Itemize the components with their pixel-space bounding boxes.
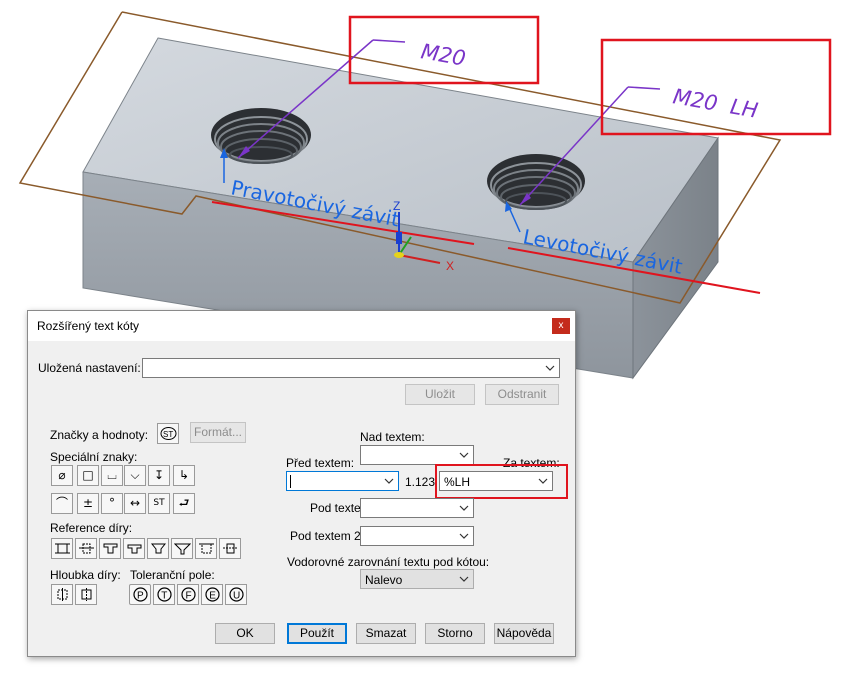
hole-ref-icon	[127, 544, 142, 554]
hole-ref-button-6[interactable]	[171, 538, 193, 559]
hole-depth-label: Hloubka díry:	[50, 568, 121, 582]
help-button[interactable]: Nápověda	[494, 623, 554, 644]
ok-button[interactable]: OK	[215, 623, 275, 644]
hole-ref-button-3[interactable]	[99, 538, 121, 559]
svg-text:T: T	[161, 591, 167, 602]
tolerance-e-button[interactable]: E	[201, 584, 223, 605]
hole-ref-icon	[223, 543, 238, 554]
hole-ref-icon	[150, 543, 167, 554]
countersink-symbol-button[interactable]: ⌵	[124, 465, 146, 486]
st-symbol-icon: ST	[160, 427, 177, 440]
clear-button[interactable]: Smazat	[356, 623, 416, 644]
circle-f-icon: F	[181, 587, 196, 602]
hole-ref-button-1[interactable]	[51, 538, 73, 559]
degree-symbol-button[interactable]: °	[101, 493, 123, 514]
origin-symbol-button[interactable]: ↳	[173, 465, 195, 486]
counterbore-symbol-button[interactable]: ⌴	[101, 465, 123, 486]
svg-text:E: E	[209, 591, 216, 602]
symbol-picker-button[interactable]: ST	[157, 423, 179, 444]
before-text-label: Před textem:	[286, 456, 355, 470]
below-text2-label: Pod textem 2:	[290, 529, 365, 543]
tolerance-t-button[interactable]: T	[153, 584, 175, 605]
chevron-down-icon	[459, 533, 469, 539]
svg-text:P: P	[137, 591, 144, 602]
saved-settings-label: Uložená nastavení:	[38, 361, 141, 375]
below-text2-dropdown[interactable]	[360, 526, 474, 546]
hole-ref-button-2[interactable]	[75, 538, 97, 559]
save-settings-button[interactable]: Uložit	[405, 384, 475, 405]
close-button[interactable]: x	[552, 318, 570, 334]
tolerance-field-label: Toleranční pole:	[130, 568, 215, 582]
svg-text:F: F	[186, 591, 192, 602]
horizontal-align-label: Vodorovné zarovnání textu pod kótou:	[287, 555, 490, 569]
axis-z-label: Z	[393, 199, 400, 213]
hole-ref-button-5[interactable]	[147, 538, 169, 559]
hole-ref-button-4[interactable]	[123, 538, 145, 559]
dialog-title: Rozšířený text kóty	[37, 319, 140, 333]
arc-symbol-button[interactable]: ⌒	[51, 493, 73, 514]
svg-text:U: U	[233, 591, 240, 602]
above-text-label: Nad textem:	[360, 430, 425, 444]
chevron-down-icon	[459, 452, 469, 458]
before-text-dropdown[interactable]	[286, 471, 399, 491]
saved-settings-dropdown[interactable]	[142, 358, 560, 378]
axis-x-label: X	[446, 259, 454, 273]
hole-reference-label: Reference díry:	[50, 521, 133, 535]
depth-symbol-button[interactable]: ↧	[148, 465, 170, 486]
chevron-down-icon	[545, 365, 555, 371]
hole-depth-button-2[interactable]	[75, 584, 97, 605]
below-text-dropdown[interactable]	[360, 498, 474, 518]
threaded-hole-left-hand	[487, 154, 585, 210]
thread-label-m20: M20	[419, 39, 467, 70]
circle-u-icon: U	[229, 587, 244, 602]
symbols-values-label: Značky a hodnoty:	[50, 428, 149, 442]
hole-ref-button-7[interactable]	[195, 538, 217, 559]
thread-label-m20-lh: M20 LH	[671, 84, 760, 123]
circle-p-icon: P	[133, 587, 148, 602]
plus-minus-symbol-button[interactable]: ±	[77, 493, 99, 514]
tolerance-f-button[interactable]: F	[177, 584, 199, 605]
hole-ref-icon	[55, 543, 70, 554]
hole-ref-icon	[103, 543, 118, 554]
chevron-down-icon	[384, 478, 394, 484]
format-button[interactable]: Formát...	[190, 422, 246, 443]
hole-ref-button-8[interactable]	[219, 538, 241, 559]
statistical-symbol-button[interactable]: ST	[148, 493, 170, 514]
diameter-symbol-button[interactable]: ⌀	[51, 465, 73, 486]
circle-e-icon: E	[205, 587, 220, 602]
special-chars-label: Speciální znaky:	[50, 450, 138, 464]
dimension-value: 1.123	[405, 475, 436, 489]
tolerance-p-button[interactable]: P	[129, 584, 151, 605]
chevron-down-icon	[459, 576, 469, 582]
chevron-down-icon	[459, 505, 469, 511]
hole-depth-icon	[57, 588, 68, 601]
extended-dimension-text-dialog: Rozšířený text kóty x Uložená nastavení:…	[27, 310, 576, 657]
square-symbol-button[interactable]: □	[77, 465, 99, 486]
circle-t-icon: T	[157, 587, 172, 602]
return-symbol-button[interactable]: ⮐	[173, 493, 195, 514]
above-text-dropdown[interactable]	[360, 445, 474, 465]
delete-settings-button[interactable]: Odstranit	[485, 384, 559, 405]
text-cursor	[290, 475, 291, 488]
apply-button[interactable]: Použít	[287, 623, 347, 644]
hole-ref-icon	[174, 543, 191, 555]
cancel-button[interactable]: Storno	[425, 623, 485, 644]
horizontal-align-value: Nalevo	[365, 573, 403, 587]
hole-depth-icon	[81, 588, 92, 601]
hole-ref-icon	[199, 543, 214, 554]
hole-depth-button-1[interactable]	[51, 584, 73, 605]
highlight-box-after-text	[435, 464, 568, 499]
dialog-titlebar[interactable]: Rozšířený text kóty x	[28, 311, 575, 341]
svg-text:ST: ST	[163, 430, 173, 439]
hole-ref-icon	[79, 543, 94, 554]
tolerance-u-button[interactable]: U	[225, 584, 247, 605]
horizontal-align-dropdown[interactable]: Nalevo	[360, 569, 474, 589]
between-symbol-button[interactable]: ↔	[124, 493, 146, 514]
